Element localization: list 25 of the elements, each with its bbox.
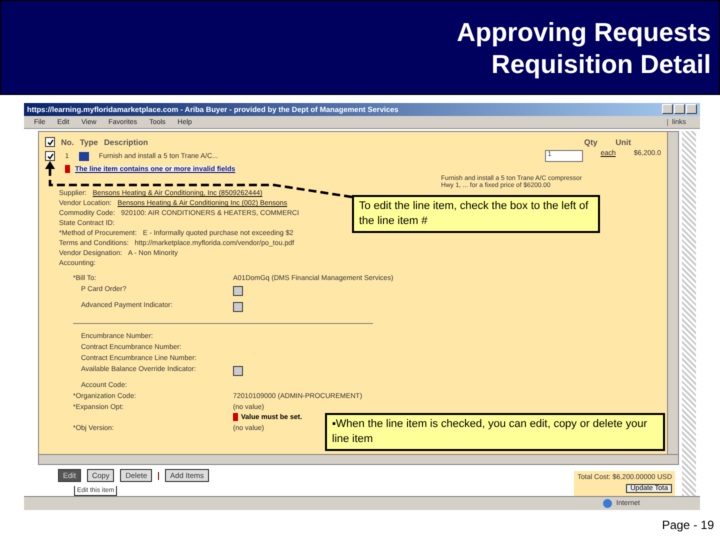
column-header: Unit — [615, 138, 631, 147]
column-header: Qty — [584, 138, 598, 147]
vertical-scrollbar[interactable] — [667, 132, 678, 454]
horizontal-scrollbar[interactable] — [38, 455, 679, 466]
callout: To edit the line item, check the box to the left of the line item # — [352, 195, 600, 233]
column-header: No. — [61, 138, 74, 147]
minimize-button[interactable] — [662, 104, 673, 114]
field-checkbox[interactable] — [233, 366, 243, 376]
maximize-button[interactable] — [674, 104, 685, 114]
line-item-checkbox[interactable] — [45, 151, 55, 162]
close-button[interactable] — [686, 104, 697, 114]
field-checkbox[interactable] — [233, 286, 243, 296]
error-icon — [65, 165, 70, 174]
globe-icon — [603, 499, 612, 508]
column-header: Type — [80, 138, 98, 147]
page-number: Page - 19 — [662, 518, 714, 532]
select-all-checkbox[interactable] — [45, 137, 55, 148]
column-header: Description — [104, 138, 148, 147]
callout: ▪When the line item is checked, you can edit, copy or delete your line item — [325, 413, 665, 451]
field-checkbox[interactable] — [233, 302, 243, 312]
slide-title: Approving Requests — [456, 16, 711, 48]
error-icon — [233, 413, 238, 422]
page-scrollbar[interactable] — [682, 131, 696, 496]
item-type-icon — [78, 152, 89, 161]
slide-title: Requisition Detail — [491, 48, 711, 80]
